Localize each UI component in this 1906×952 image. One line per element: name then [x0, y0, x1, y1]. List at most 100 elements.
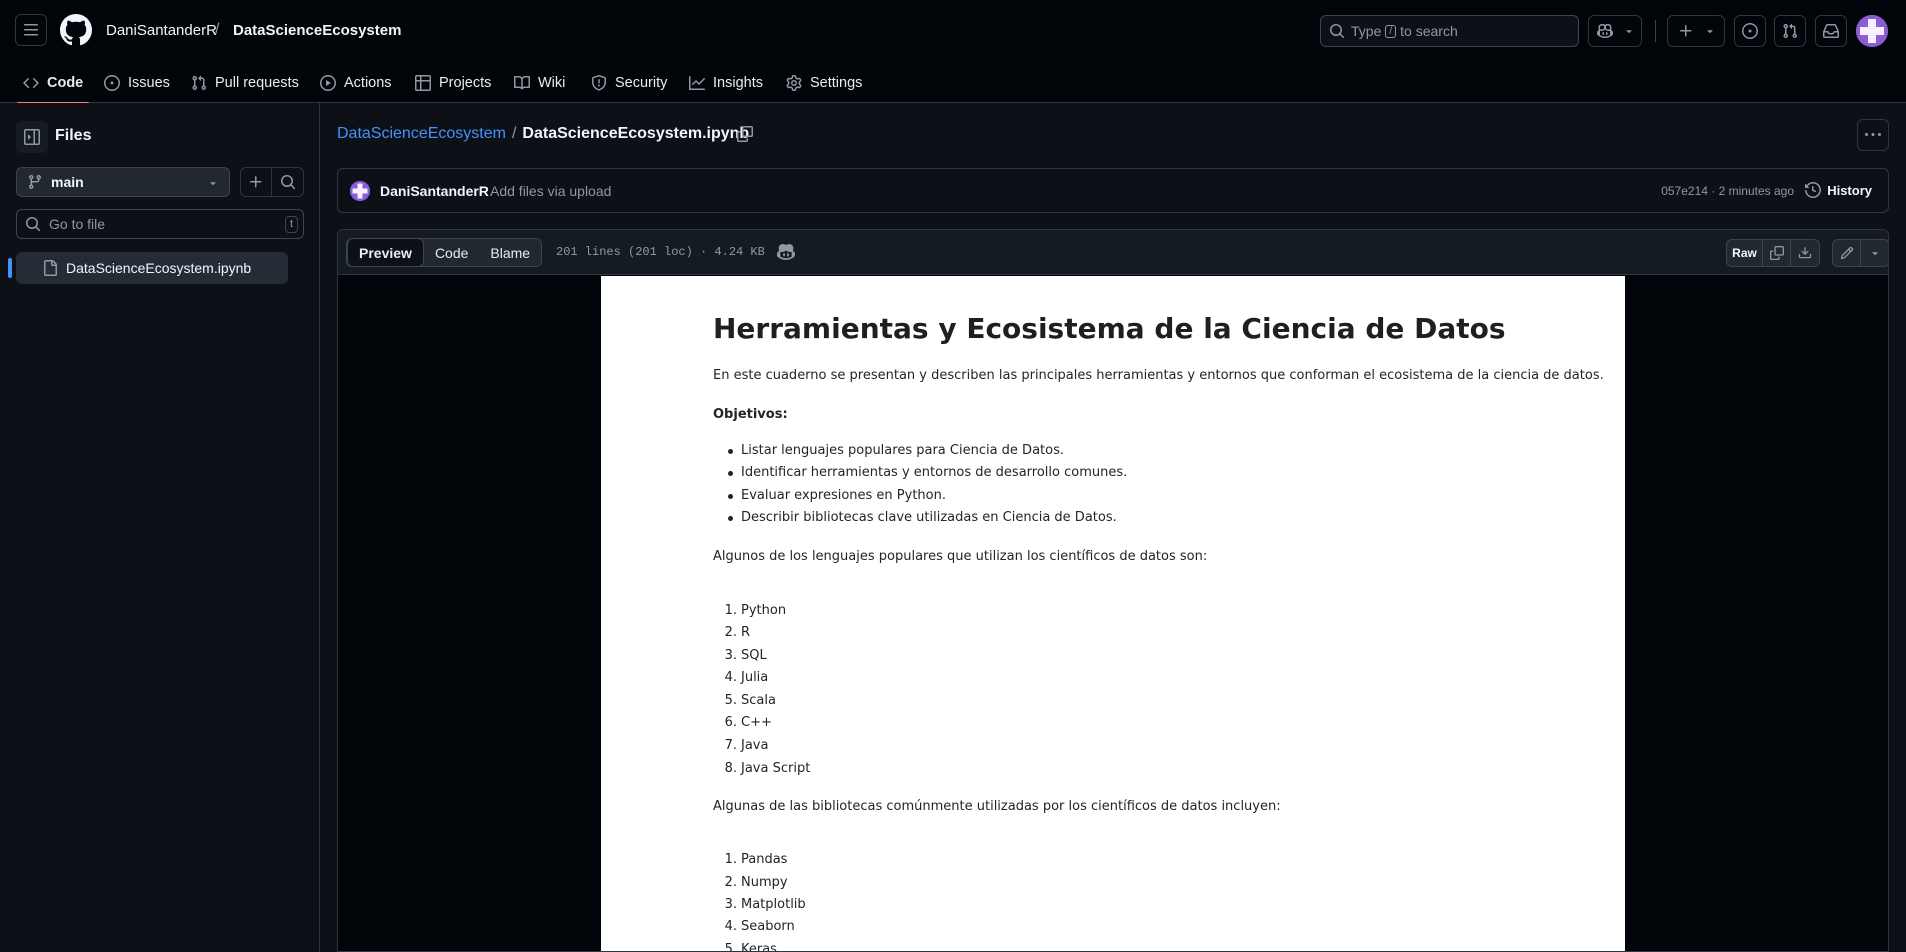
history-button[interactable]: History [1805, 182, 1872, 198]
ask-copilot-button[interactable] [777, 243, 795, 261]
search-icon [26, 217, 41, 232]
commit-author-avatar[interactable] [350, 181, 370, 201]
chevron-down-icon [1707, 30, 1713, 34]
tab-settings[interactable]: Settings [786, 62, 862, 103]
create-new-button[interactable] [1667, 15, 1725, 47]
tab-security[interactable]: Security [591, 62, 667, 103]
tab-actions-label: Actions [344, 74, 392, 91]
pencil-icon [1840, 246, 1853, 260]
tab-code-view[interactable]: Code [424, 239, 479, 266]
list-item: Listar lenguajes populares para Ciencia … [728, 443, 1064, 458]
search-icon [1330, 24, 1345, 39]
list-number: 4. [724, 670, 737, 685]
list-number: 2. [724, 875, 737, 890]
menu-button[interactable] [15, 14, 47, 46]
list-item: 7. Java [725, 738, 769, 753]
go-to-file-input[interactable]: Go to file t [16, 209, 304, 239]
plus-icon [250, 176, 262, 188]
identicon-avatar-icon [1856, 15, 1888, 47]
issue-icon [104, 74, 120, 91]
file-viewer: Preview Code Blame 201 lines (201 loc) ·… [337, 229, 1889, 952]
header-repo-link[interactable]: DataScienceEcosystem [233, 22, 401, 39]
hamburger-icon [24, 24, 38, 36]
search-shortcut-key: / [1385, 24, 1397, 38]
copilot-icon [777, 244, 795, 260]
list-item: 4. Seaborn [725, 919, 795, 934]
copy-path-button[interactable] [737, 126, 753, 142]
list-item-text: Evaluar expresiones en Python. [741, 488, 946, 503]
tab-insights[interactable]: Insights [689, 62, 763, 103]
list-item-text: Pandas [741, 852, 788, 867]
list-item: 3. Matplotlib [725, 897, 806, 912]
list-number: 8. [724, 761, 737, 776]
user-avatar[interactable] [1856, 15, 1888, 47]
pull-request-icon [192, 75, 207, 90]
notifications-button[interactable] [1815, 15, 1847, 47]
tab-projects[interactable]: Projects [415, 62, 491, 103]
breadcrumb-repo-link[interactable]: DataScienceEcosystem [337, 125, 506, 143]
list-item: 2. Numpy [725, 875, 788, 890]
edit-options-dropdown[interactable] [1861, 240, 1888, 266]
github-logo-icon[interactable] [60, 14, 92, 46]
copy-icon [737, 126, 753, 142]
collapse-sidebar-button[interactable] [16, 121, 48, 153]
list-item: 1. Pandas [725, 852, 788, 867]
global-search-input[interactable]: Type / to search [1320, 15, 1579, 47]
raw-button[interactable]: Raw [1727, 240, 1763, 266]
plus-icon [1680, 25, 1692, 37]
notebook-intro: En este cuaderno se presentan y describe… [713, 368, 1604, 383]
tab-security-label: Security [615, 74, 668, 91]
list-item-text: Python [741, 603, 787, 618]
objectives-heading: Objetivos: [713, 407, 788, 422]
more-options-button[interactable] [1857, 119, 1889, 151]
tab-pull-requests[interactable]: Pull requests [191, 62, 299, 103]
tab-issues[interactable]: Issues [104, 62, 170, 103]
header-divider [1655, 20, 1656, 42]
raw-actions-group: Raw [1726, 239, 1820, 267]
list-item: 8. Java Script [725, 761, 811, 776]
your-pull-requests-button[interactable] [1774, 15, 1806, 47]
copy-icon [1769, 246, 1784, 260]
repo-navigation: Code Issues Pull requests Actions Projec… [0, 62, 1906, 104]
list-item-text: Numpy [741, 875, 788, 890]
file-tree-item[interactable]: DataScienceEcosystem.ipynb [8, 252, 288, 284]
tab-wiki[interactable]: Wiki [514, 62, 565, 103]
kebab-horizontal-icon [1865, 133, 1881, 136]
search-prefix: Type [1351, 23, 1382, 39]
branch-selector[interactable]: main [16, 167, 230, 197]
list-item-text: Julia [741, 670, 769, 685]
commit-author-link[interactable]: DaniSantanderR [380, 183, 489, 199]
list-item: 4. Julia [725, 670, 769, 685]
header-owner-link[interactable]: DaniSantanderR [106, 22, 217, 39]
tab-preview[interactable]: Preview [347, 239, 424, 266]
list-number: 7. [724, 738, 737, 753]
copilot-button[interactable] [1588, 15, 1642, 47]
tab-projects-label: Projects [439, 74, 492, 91]
download-raw-button[interactable] [1791, 240, 1819, 266]
tab-code[interactable]: Code [16, 62, 90, 104]
file-viewer-header: Preview Code Blame 201 lines (201 loc) ·… [338, 230, 1888, 275]
commit-message-link[interactable]: Add files via upload [490, 183, 611, 199]
your-issues-button[interactable] [1734, 15, 1766, 47]
edit-file-button[interactable] [1833, 240, 1861, 266]
view-mode-toggle: Preview Code Blame [346, 238, 543, 267]
commit-hash-time[interactable]: 057e214 · 2 minutes ago [1661, 184, 1794, 198]
go-to-file-shortcut: t [284, 216, 298, 233]
sidebar-title: Files [55, 127, 92, 144]
list-item: 5. Scala [725, 693, 776, 708]
table-icon [415, 74, 431, 91]
list-item-text: R [741, 625, 751, 640]
code-icon [23, 77, 39, 88]
list-number: 5. [724, 942, 737, 952]
search-code-button[interactable] [272, 167, 304, 197]
copy-raw-button[interactable] [1763, 240, 1791, 266]
shield-icon [592, 74, 606, 91]
breadcrumb-file-name: DataScienceEcosystem.ipynb [522, 125, 750, 142]
add-file-button[interactable] [240, 167, 272, 197]
edit-actions-group [1832, 239, 1888, 267]
tab-actions[interactable]: Actions [320, 62, 392, 103]
tab-blame[interactable]: Blame [479, 239, 541, 266]
list-number: 6. [724, 715, 737, 730]
chevron-down-icon [1626, 30, 1632, 34]
list-item-text: Seaborn [741, 919, 795, 934]
